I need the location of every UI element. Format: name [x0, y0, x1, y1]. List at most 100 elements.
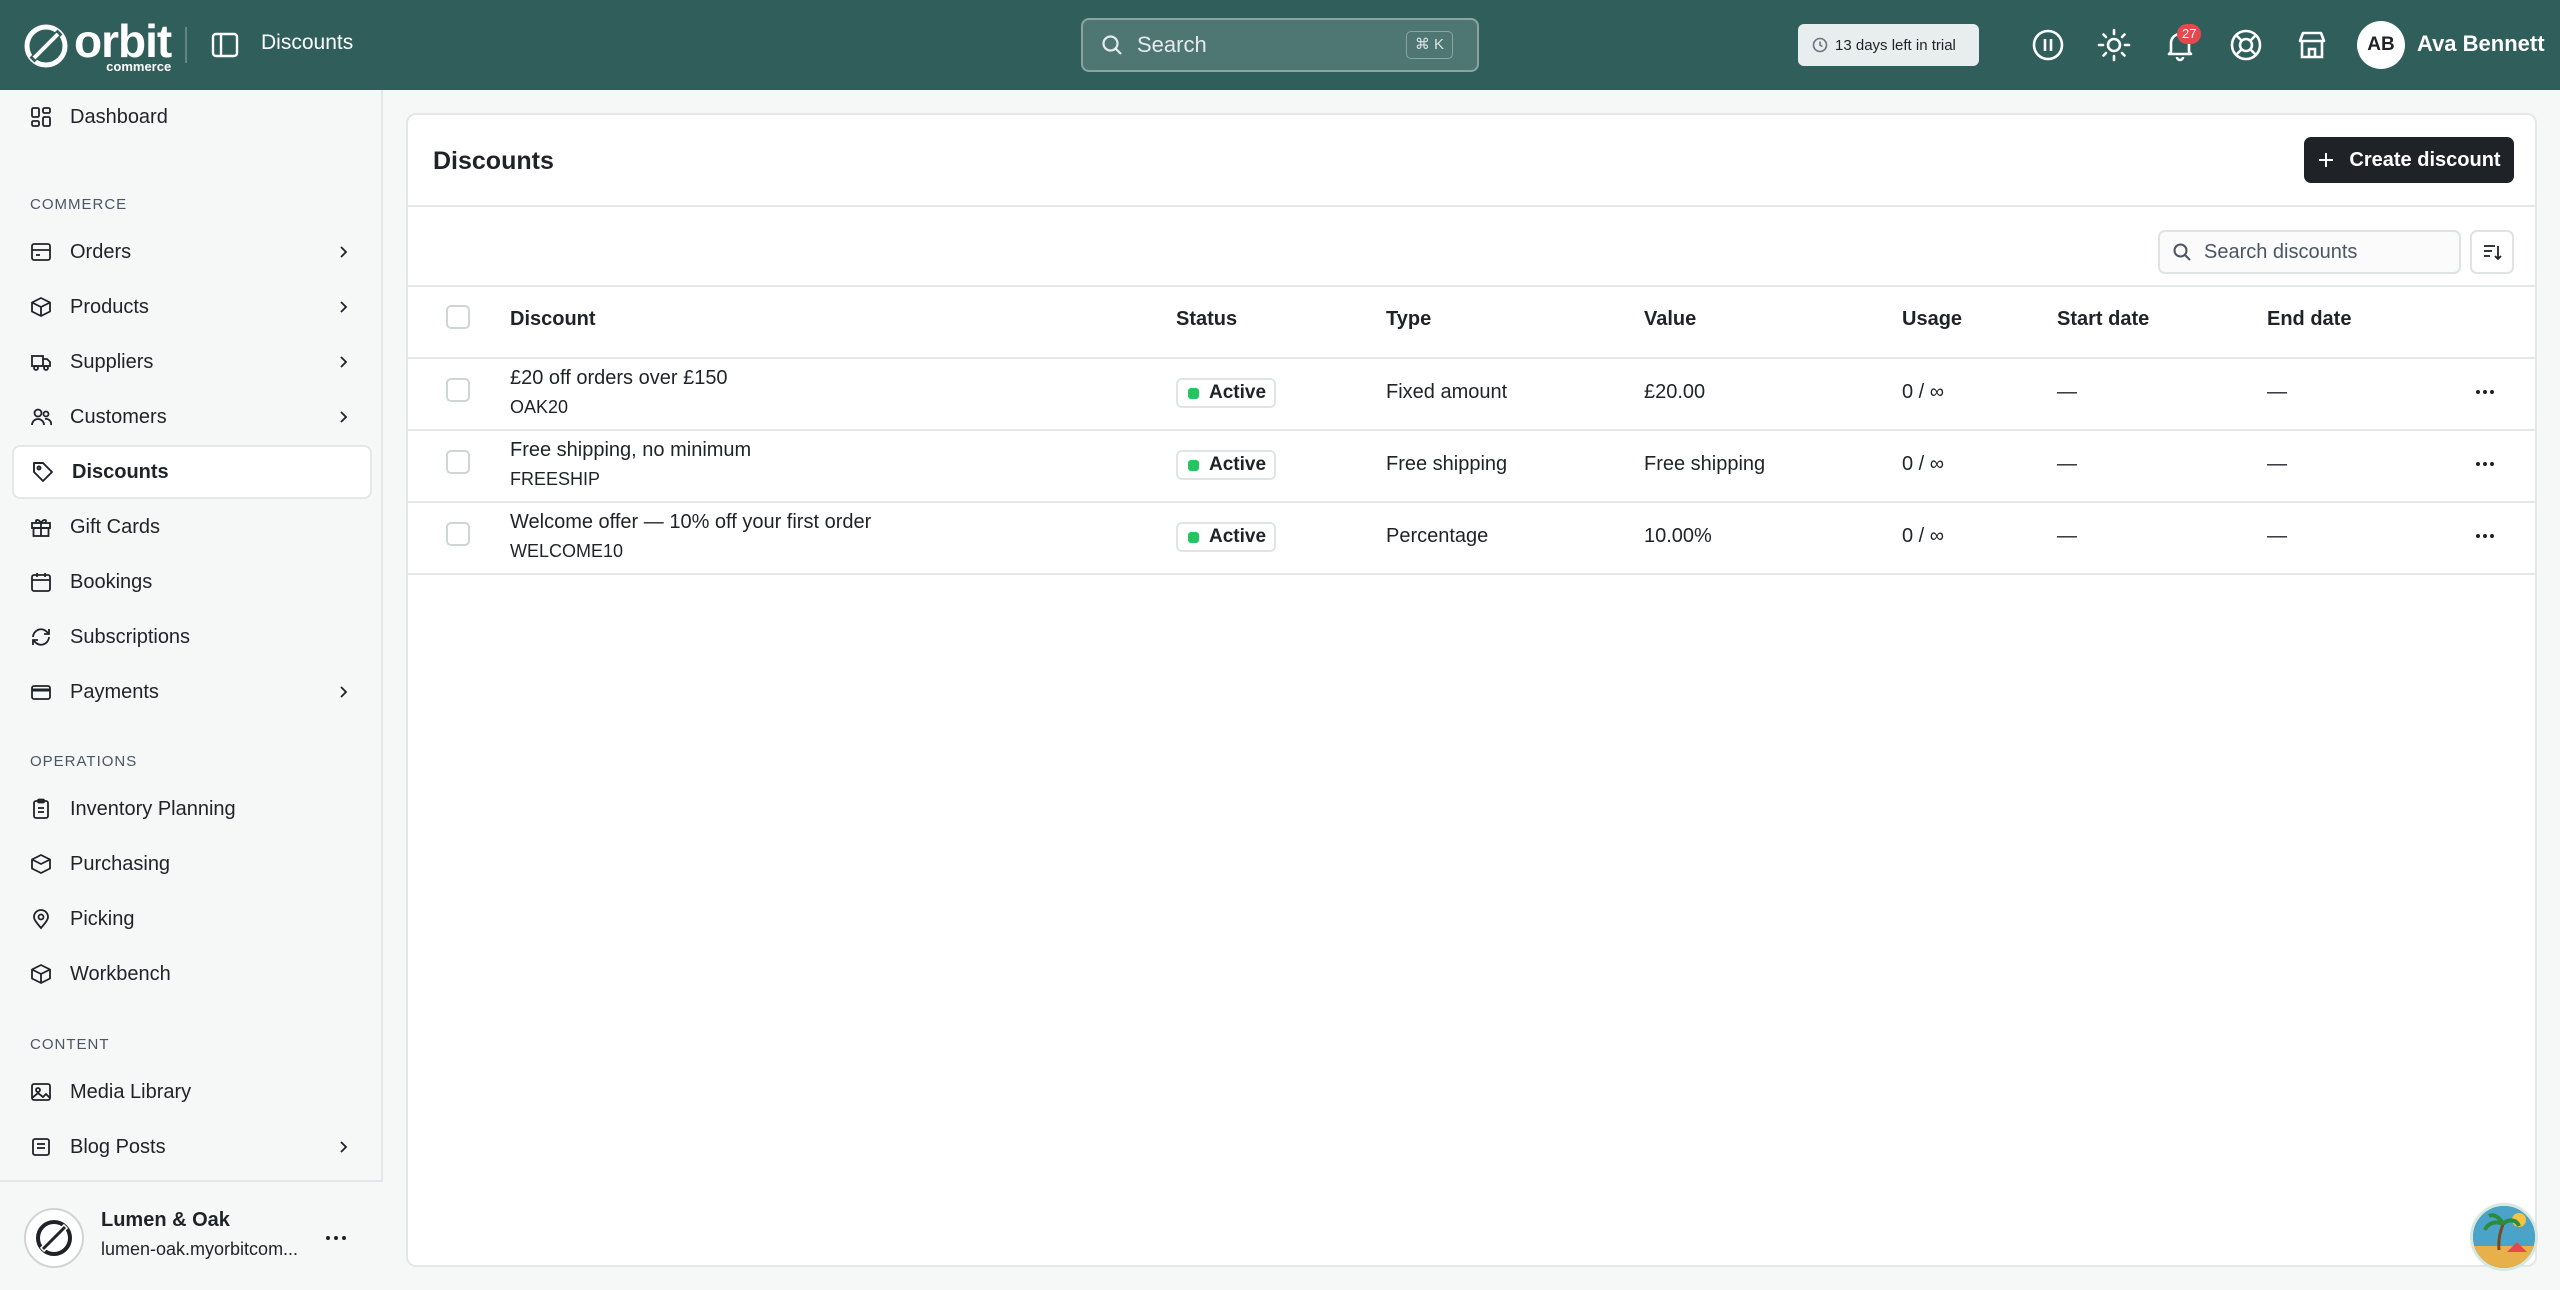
sidebar-item-blog-posts[interactable]: Blog Posts	[12, 1120, 372, 1174]
row-actions-icon[interactable]	[2472, 379, 2498, 405]
storefront-icon[interactable]	[2294, 27, 2330, 63]
sidebar-item-customers[interactable]: Customers	[12, 390, 372, 444]
sidebar-item-dashboard[interactable]: Dashboard	[12, 90, 372, 144]
status-badge: Active	[1176, 450, 1277, 480]
discount-name[interactable]: Welcome offer — 10% off your first order	[510, 511, 871, 534]
orders-icon	[31, 243, 51, 261]
feedback-icon[interactable]	[2030, 27, 2066, 63]
sidebar-item-subscriptions[interactable]: Subscriptions	[12, 610, 372, 664]
user-name[interactable]: Ava Bennett	[2417, 31, 2545, 57]
section-content: CONTENT	[30, 1036, 110, 1053]
row-actions-icon[interactable]	[2472, 523, 2498, 549]
discount-name[interactable]: Free shipping, no minimum	[510, 439, 751, 462]
row-actions-icon[interactable]	[2472, 451, 2498, 477]
discount-value: Free shipping	[1644, 453, 1766, 475]
status-dot	[1188, 387, 1199, 399]
image-icon	[31, 1083, 51, 1101]
column-header-discount[interactable]: Discount	[510, 308, 596, 331]
row-checkbox[interactable]	[446, 378, 470, 402]
island-icon	[2473, 1206, 2535, 1268]
discount-usage: 0 / ∞	[1902, 381, 1945, 403]
sidebar-item-label: Inventory Planning	[70, 797, 236, 820]
truck-icon	[31, 355, 51, 371]
clock-icon	[1812, 37, 1828, 53]
select-all-checkbox[interactable]	[446, 305, 470, 329]
create-discount-button[interactable]: Create discount	[2304, 137, 2514, 183]
discount-name[interactable]: £20 off orders over £150	[510, 367, 728, 390]
sidebar-toggle-icon[interactable]	[210, 30, 240, 60]
search-placeholder: Search	[1137, 32, 1207, 57]
status-text: Active	[1209, 526, 1267, 547]
sidebar-item-gift-cards[interactable]: Gift Cards	[12, 500, 372, 554]
newspaper-icon	[32, 1138, 50, 1156]
sort-button[interactable]	[2470, 230, 2514, 274]
dashboard-icon	[31, 107, 51, 127]
chevron-right-icon	[340, 411, 348, 423]
discount-search-placeholder: Search discounts	[2204, 240, 2358, 263]
sidebar-item-payments[interactable]: Payments	[12, 665, 372, 719]
sidebar-item-workbench[interactable]: Workbench	[12, 947, 372, 1001]
help-lifebuoy-icon[interactable]	[2228, 27, 2264, 63]
status-text: Active	[1209, 454, 1267, 475]
chevron-right-icon	[340, 1141, 348, 1153]
store-name: Lumen & Oak	[101, 1209, 230, 1231]
chevron-right-icon	[340, 246, 348, 258]
status-text: Active	[1209, 382, 1267, 403]
section-commerce: COMMERCE	[30, 196, 128, 213]
sidebar-item-label: Subscriptions	[70, 625, 191, 648]
tag-icon	[33, 462, 53, 482]
column-header-value[interactable]: Value	[1644, 308, 1696, 331]
package-icon	[31, 297, 51, 317]
sidebar-item-label: Discounts	[72, 460, 169, 483]
sidebar-item-inventory-planning[interactable]: Inventory Planning	[12, 782, 372, 836]
column-header-end-date[interactable]: End date	[2267, 308, 2351, 331]
refresh-icon	[32, 628, 50, 646]
sidebar-item-label: Products	[70, 295, 149, 318]
chevron-right-icon	[340, 356, 348, 368]
global-search[interactable]: Search ⌘ K	[1081, 18, 1479, 72]
column-header-type[interactable]: Type	[1386, 308, 1431, 331]
orbit-logo[interactable]: orbit commerce	[22, 18, 172, 73]
discount-usage: 0 / ∞	[1902, 453, 1945, 475]
notification-badge: 27	[2177, 24, 2202, 44]
column-header-status[interactable]: Status	[1176, 308, 1237, 331]
assistant-launcher[interactable]	[2470, 1203, 2538, 1271]
discount-search-input[interactable]: Search discounts	[2158, 230, 2461, 274]
sidebar-item-suppliers[interactable]: Suppliers	[12, 335, 372, 389]
more-horizontal-icon[interactable]	[322, 1224, 350, 1252]
sidebar-item-media-library[interactable]: Media Library	[12, 1065, 372, 1119]
sidebar-item-discounts[interactable]: Discounts	[12, 445, 372, 499]
discount-end-date: —	[2267, 525, 2287, 547]
status-badge: Active	[1176, 378, 1277, 408]
chevron-right-icon	[340, 686, 348, 698]
divider	[408, 357, 2535, 359]
trial-text: 13 days left in trial	[1835, 36, 1956, 54]
package-plus-icon	[31, 854, 51, 874]
sort-icon	[2484, 245, 2502, 261]
search-shortcut: ⌘ K	[1405, 31, 1453, 59]
theme-sun-icon[interactable]	[2096, 27, 2132, 63]
row-checkbox[interactable]	[446, 450, 470, 474]
store-logo-icon	[36, 1220, 72, 1256]
orbit-logo-icon	[24, 24, 68, 67]
sidebar-item-purchasing[interactable]: Purchasing	[12, 837, 372, 891]
sidebar-item-label: Bookings	[70, 570, 153, 593]
top-bar: orbit commerce Discounts Search ⌘ K 13 d…	[0, 0, 2560, 90]
user-avatar[interactable]: AB	[2357, 21, 2405, 69]
discount-type: Fixed amount	[1386, 381, 1508, 403]
sidebar-item-label: Workbench	[70, 962, 171, 985]
column-header-usage[interactable]: Usage	[1902, 308, 1962, 331]
discount-code: WELCOME10	[510, 541, 624, 561]
trial-badge[interactable]: 13 days left in trial	[1798, 24, 1979, 66]
sidebar-item-products[interactable]: Products	[12, 280, 372, 334]
sidebar-item-bookings[interactable]: Bookings	[12, 555, 372, 609]
sidebar-item-picking[interactable]: Picking	[12, 892, 372, 946]
row-checkbox[interactable]	[446, 522, 470, 546]
store-switcher[interactable]: Lumen & Oak lumen-oak.myorbitcom...	[0, 1180, 383, 1290]
map-pin-icon	[33, 909, 49, 930]
sidebar-item-orders[interactable]: Orders	[12, 225, 372, 279]
sidebar-item-label: Customers	[70, 405, 167, 428]
store-url: lumen-oak.myorbitcom...	[101, 1239, 299, 1259]
discount-code: OAK20	[510, 397, 569, 417]
column-header-start-date[interactable]: Start date	[2057, 308, 2149, 331]
